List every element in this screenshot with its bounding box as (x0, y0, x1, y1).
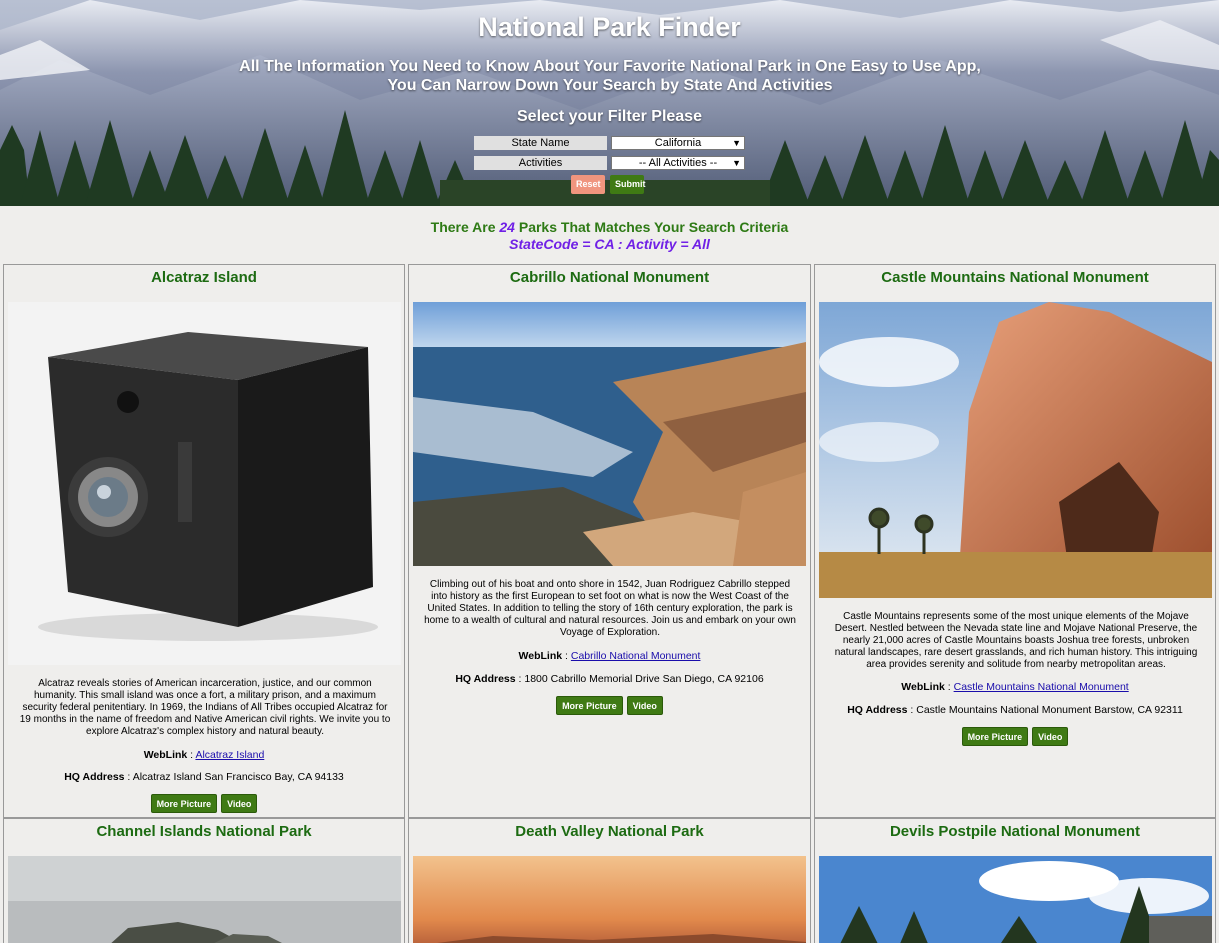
state-label: State Name (474, 136, 607, 150)
results-count-line: There Are 24 Parks That Matches Your Sea… (0, 219, 1219, 235)
card-buttons: More Picture Video (409, 696, 810, 715)
park-description: Climbing out of his boat and onto shore … (424, 579, 796, 638)
hq-address-label: HQ Address (64, 771, 125, 783)
hq-address-value: 1800 Cabrillo Memorial Drive San Diego, … (524, 673, 764, 685)
park-card: Death Valley National Park (408, 818, 811, 943)
activities-label: Activities (474, 156, 607, 170)
activities-select-value: -- All Activities -- (638, 157, 718, 169)
park-card: Cabrillo National Monument Climbing out … (408, 264, 811, 818)
hq-address-line: HQ Address : 1800 Cabrillo Memorial Driv… (409, 673, 810, 685)
state-select-value: California (654, 137, 702, 149)
video-button[interactable]: Video (626, 696, 663, 715)
park-image (413, 856, 806, 943)
results-prefix: There Are (430, 219, 496, 235)
hq-address-line: HQ Address : Castle Mountains National M… (815, 704, 1215, 716)
hq-address-value: Alcatraz Island San Francisco Bay, CA 94… (132, 771, 344, 783)
more-picture-button[interactable]: More Picture (150, 794, 218, 813)
hq-address-label: HQ Address (455, 673, 516, 685)
park-card: Alcatraz Island Alcatraz reveals stories… (3, 264, 405, 818)
separator: : (562, 650, 571, 662)
weblink-line: WebLink : Castle Mountains National Monu… (815, 681, 1215, 693)
filter-prompt: Select your Filter Please (517, 108, 702, 125)
reset-button[interactable]: Reset (571, 175, 605, 194)
weblink-line: WebLink : Cabrillo National Monument (409, 650, 810, 662)
park-image (8, 302, 401, 665)
weblink-link[interactable]: Alcatraz Island (195, 749, 264, 761)
weblink-link[interactable]: Cabrillo National Monument (571, 650, 701, 662)
park-name: Cabrillo National Monument (509, 269, 710, 286)
park-description: Alcatraz reveals stories of American inc… (19, 678, 391, 737)
state-select[interactable]: California ▼ (611, 136, 745, 150)
filter-buttons: Reset Submit (571, 175, 646, 194)
weblink-link[interactable]: Castle Mountains National Monument (954, 681, 1129, 693)
hq-address-value: Castle Mountains National Monument Barst… (916, 704, 1183, 716)
video-button[interactable]: Video (221, 794, 258, 813)
page-title: National Park Finder (478, 12, 741, 42)
chevron-down-icon: ▼ (732, 158, 741, 168)
hq-address-label: HQ Address (847, 704, 908, 716)
park-image (819, 302, 1212, 598)
park-name: Alcatraz Island (151, 269, 257, 286)
card-buttons: More Picture Video (815, 727, 1215, 746)
activities-select[interactable]: -- All Activities -- ▼ (611, 156, 745, 170)
park-image (8, 856, 401, 943)
search-summary: There Are 24 Parks That Matches Your Sea… (0, 219, 1219, 252)
park-name: Channel Islands National Park (96, 823, 312, 840)
state-filter-row: State Name California ▼ (474, 136, 745, 150)
weblink-line: WebLink : Alcatraz Island (4, 749, 404, 761)
card-buttons: More Picture Video (4, 794, 404, 813)
weblink-label: WebLink (518, 650, 563, 662)
submit-button[interactable]: Submit (610, 175, 646, 194)
hero-banner: National Park Finder All The Information… (0, 0, 1219, 206)
chevron-down-icon: ▼ (732, 138, 741, 148)
results-count: 24 (499, 219, 515, 235)
hq-address-line: HQ Address : Alcatraz Island San Francis… (4, 771, 404, 783)
park-card: Castle Mountains National Monument Castl… (814, 264, 1216, 818)
separator: : (944, 681, 954, 693)
park-image (413, 302, 806, 566)
park-card: Channel Islands National Park (3, 818, 405, 943)
park-description: Castle Mountains represents some of the … (834, 611, 1198, 670)
park-name: Devils Postpile National Monument (889, 823, 1141, 840)
weblink-label: WebLink (901, 681, 945, 693)
more-picture-button[interactable]: More Picture (961, 727, 1029, 746)
activities-filter-row: Activities -- All Activities -- ▼ (474, 156, 745, 170)
video-button[interactable]: Video (1032, 727, 1069, 746)
park-name: Death Valley National Park (515, 823, 704, 840)
park-name: Castle Mountains National Monument (881, 269, 1149, 286)
separator: : (907, 704, 917, 716)
search-criteria: StateCode = CA : Activity = All (509, 236, 710, 252)
page-subtitle: All The Information You Need to Know Abo… (239, 58, 981, 94)
park-image (819, 856, 1212, 943)
more-picture-button[interactable]: More Picture (556, 696, 623, 715)
weblink-label: WebLink (143, 749, 188, 761)
results-suffix: Parks That Matches Your Search Criteria (518, 219, 789, 235)
park-card: Devils Postpile National Monument (814, 818, 1216, 943)
separator: : (124, 771, 133, 783)
